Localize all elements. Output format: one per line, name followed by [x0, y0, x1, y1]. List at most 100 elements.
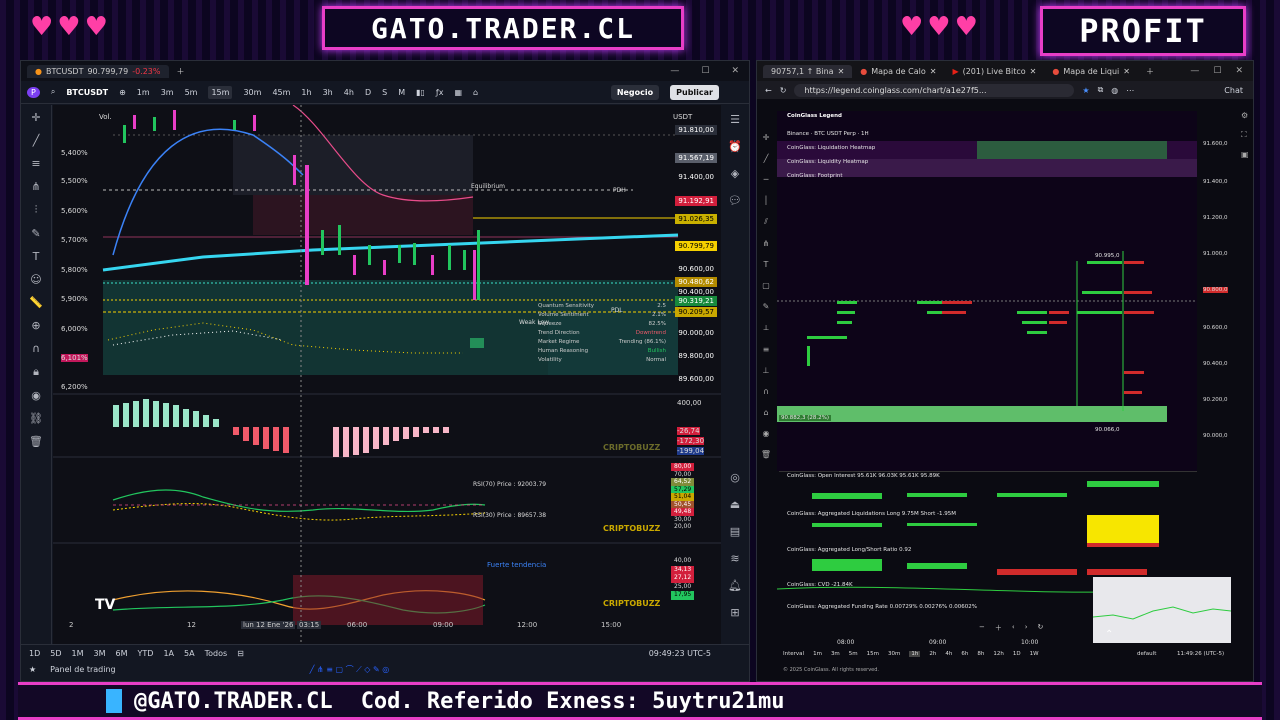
interval-1h[interactable]: 1h: [909, 651, 921, 657]
currency-label[interactable]: USDT: [673, 113, 692, 121]
profile-icon[interactable]: ◍: [1111, 86, 1118, 95]
interval-1m[interactable]: 1m: [813, 651, 822, 657]
line-icon[interactable]: ╱: [764, 154, 769, 163]
tf-s[interactable]: S: [382, 88, 387, 97]
target-icon[interactable]: ◎: [730, 471, 740, 484]
candle-type-icon[interactable]: ▮▯: [416, 88, 425, 97]
link-icon[interactable]: ⛓: [29, 412, 43, 425]
minimize-icon[interactable]: —: [1190, 66, 1199, 76]
long-position-icon[interactable]: ⊥: [763, 366, 770, 375]
layers-icon[interactable]: ◈: [731, 167, 739, 180]
trendline-icon[interactable]: ╱: [33, 134, 40, 147]
indicator-cvd[interactable]: CoinGlass: CVD -21.84K: [787, 582, 853, 588]
favorites-icon[interactable]: ★: [29, 665, 36, 674]
heatmap-chart[interactable]: [777, 111, 1197, 471]
tf-1h[interactable]: 1h: [301, 88, 311, 97]
indicator-long-short-ratio[interactable]: CoinGlass: Aggregated Long/Short Ratio 0…: [787, 547, 911, 553]
tab-live[interactable]: ▶ (201) Live Bitco ✕: [944, 65, 1044, 78]
tf-4h[interactable]: 4h: [344, 88, 354, 97]
interval-5m[interactable]: 5m: [849, 651, 858, 657]
eye-icon[interactable]: ◉: [763, 429, 770, 438]
trading-panel-tab[interactable]: Panel de trading: [50, 665, 115, 674]
indicators-icon[interactable]: ƒx: [436, 88, 444, 97]
menu-dots-icon[interactable]: ⋯: [1126, 86, 1134, 95]
range-3m[interactable]: 3M: [94, 649, 106, 658]
date-range-icon[interactable]: ⊟: [237, 649, 244, 658]
trash-icon[interactable]: 🗑︎: [761, 450, 771, 459]
interval-30m[interactable]: 30m: [888, 651, 900, 657]
reset-icon[interactable]: ↻: [1038, 623, 1044, 633]
tf-3h[interactable]: 3h: [323, 88, 333, 97]
interval-2h[interactable]: 2h: [929, 651, 936, 657]
interval-12h[interactable]: 12h: [993, 651, 1003, 657]
close-icon[interactable]: ✕: [731, 66, 739, 76]
trade-button[interactable]: Negocio: [610, 84, 660, 100]
close-icon[interactable]: ✕: [1235, 66, 1243, 76]
snapshot-icon[interactable]: ▣: [1241, 150, 1249, 159]
url-field[interactable]: https://legend.coinglass.com/chart/a1e27…: [794, 83, 1075, 97]
range-6m[interactable]: 6M: [116, 649, 128, 658]
maximize-icon[interactable]: ☐: [701, 66, 709, 76]
fullscreen-icon[interactable]: ⛶: [1241, 130, 1249, 140]
tab-close-icon[interactable]: ✕: [1030, 67, 1037, 76]
interval-4h[interactable]: 4h: [945, 651, 952, 657]
lock-drawing-icon[interactable]: 🔒︎: [33, 365, 39, 379]
extensions-icon[interactable]: ⧉: [1098, 85, 1104, 95]
scroll-right-icon[interactable]: ›: [1025, 623, 1028, 633]
tf-3m[interactable]: 3m: [161, 88, 174, 97]
price-axis[interactable]: 91.810,00 91.567,19 91.400,00 91.192,91 …: [671, 125, 719, 445]
horizontal-lines-icon[interactable]: ≡: [31, 157, 40, 170]
brush-icon[interactable]: ✎: [763, 302, 770, 311]
maximize-icon[interactable]: ☐: [1213, 66, 1221, 76]
hline-icon[interactable]: ─: [764, 175, 769, 184]
interval-3m[interactable]: 3m: [831, 651, 840, 657]
tab-btcusdt[interactable]: ● BTCUSDT 90.799,79 -0.23%: [27, 64, 169, 78]
search-icon[interactable]: ⌕: [51, 87, 55, 97]
zoom-out-icon[interactable]: −: [979, 623, 985, 633]
pattern-icon[interactable]: ⋔: [31, 180, 40, 193]
alerts-icon[interactable]: ⏰: [728, 140, 742, 153]
rect-icon[interactable]: ▢: [762, 281, 770, 290]
zoom-icon[interactable]: ⊕: [31, 319, 40, 332]
grid-icon[interactable]: ⊞: [730, 606, 739, 619]
interval-1w[interactable]: 1W: [1030, 651, 1039, 657]
interval-8h[interactable]: 8h: [977, 651, 984, 657]
tab-close-icon[interactable]: ✕: [1123, 67, 1130, 76]
text-icon[interactable]: T: [33, 250, 40, 263]
back-icon[interactable]: ←: [765, 86, 772, 95]
indicator-footprint[interactable]: CoinGlass: Footprint: [787, 173, 843, 179]
watchlist-icon[interactable]: ☰: [730, 113, 740, 126]
theme-select[interactable]: default: [1137, 651, 1156, 657]
lock-icon[interactable]: ⌂: [763, 408, 768, 417]
publish-button[interactable]: Publicar: [670, 84, 719, 100]
calendar-icon[interactable]: ▤: [730, 525, 740, 538]
vline-icon[interactable]: │: [764, 196, 769, 205]
eject-icon[interactable]: ⏏: [730, 498, 740, 511]
drawing-shortcuts[interactable]: ╱ ⋔ ≡ ▢ ⌒ ⟋ ◇ ✎ ◎: [310, 664, 390, 675]
indicator-aggregated-liquidations[interactable]: CoinGlass: Aggregated Liquidations Long …: [787, 511, 956, 517]
camera-icon[interactable]: ⌂: [473, 88, 478, 97]
range-all[interactable]: Todos: [205, 649, 228, 658]
new-tab-icon[interactable]: ＋: [1146, 66, 1154, 77]
new-tab-icon[interactable]: ＋: [177, 66, 185, 77]
cg-clock[interactable]: 11:49:26 (UTC-5): [1177, 651, 1224, 657]
tf-d[interactable]: D: [365, 88, 371, 97]
range-5a[interactable]: 5A: [184, 649, 195, 658]
emoji-icon[interactable]: ☺: [30, 273, 41, 286]
range-1a[interactable]: 1A: [163, 649, 174, 658]
trash-icon[interactable]: 🗑︎: [29, 435, 43, 448]
channel-icon[interactable]: ⫽: [764, 217, 768, 227]
scroll-left-icon[interactable]: ‹: [1012, 623, 1015, 633]
range-1d[interactable]: 1D: [29, 649, 40, 658]
tab-close-icon[interactable]: ✕: [838, 67, 845, 76]
symbol-search[interactable]: BTCUSDT: [66, 88, 108, 97]
time-axis[interactable]: 2 12 lun 12 Ene '26 03:15 06:00 09:00 12…: [53, 621, 653, 633]
tf-45m[interactable]: 45m: [272, 88, 290, 97]
minimap-preview[interactable]: [1092, 577, 1232, 643]
range-ytd[interactable]: YTD: [138, 649, 154, 658]
layout-icon[interactable]: ▦: [454, 88, 462, 97]
utc-clock[interactable]: 09:49:23 UTC-5: [649, 649, 711, 658]
magnet-icon[interactable]: ∩: [763, 387, 769, 396]
tf-15m[interactable]: 15m: [208, 85, 233, 99]
ruler-icon[interactable]: 📏: [29, 296, 43, 309]
